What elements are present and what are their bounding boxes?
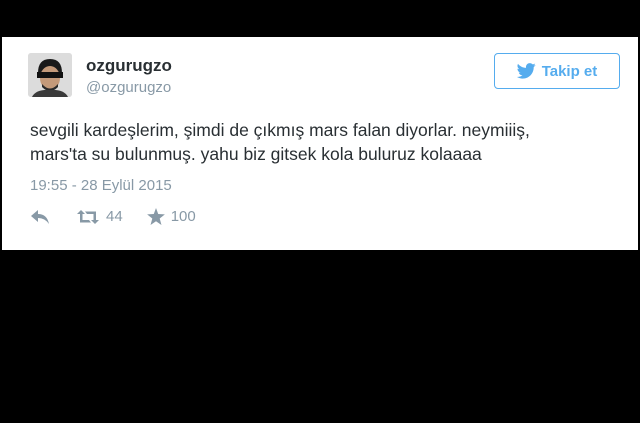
- tweet-actions: 44 100: [30, 208, 196, 225]
- tweet-timestamp[interactable]: 19:55 - 28 Eylül 2015: [30, 177, 172, 194]
- tweet-text: sevgili kardeşlerim, şimdi de çıkmış mar…: [30, 118, 590, 166]
- tweet-text-line: mars'ta su bulunmuş. yahu biz gitsek kol…: [30, 144, 482, 164]
- retweet-icon: [77, 209, 99, 224]
- reply-icon: [31, 209, 49, 224]
- follow-button[interactable]: Takip et: [494, 53, 620, 89]
- user-handle[interactable]: @ozgurugzo: [86, 79, 171, 96]
- tweet-text-line: sevgili kardeşlerim, şimdi de çıkmış mar…: [30, 120, 530, 140]
- avatar-image: [28, 53, 72, 97]
- star-icon: [146, 208, 165, 225]
- like-count: 100: [170, 208, 196, 225]
- twitter-bird-icon: [516, 63, 536, 79]
- reply-button[interactable]: [30, 209, 50, 225]
- avatar[interactable]: [28, 53, 72, 97]
- retweet-button[interactable]: 44: [76, 208, 123, 225]
- tweet-card: ozgurugzo @ozgurugzo Takip et sevgili ka…: [2, 37, 638, 250]
- retweet-count: 44: [106, 208, 123, 225]
- display-name[interactable]: ozgurugzo: [86, 56, 172, 76]
- like-button[interactable]: 100: [146, 208, 196, 225]
- follow-button-label: Takip et: [541, 62, 598, 80]
